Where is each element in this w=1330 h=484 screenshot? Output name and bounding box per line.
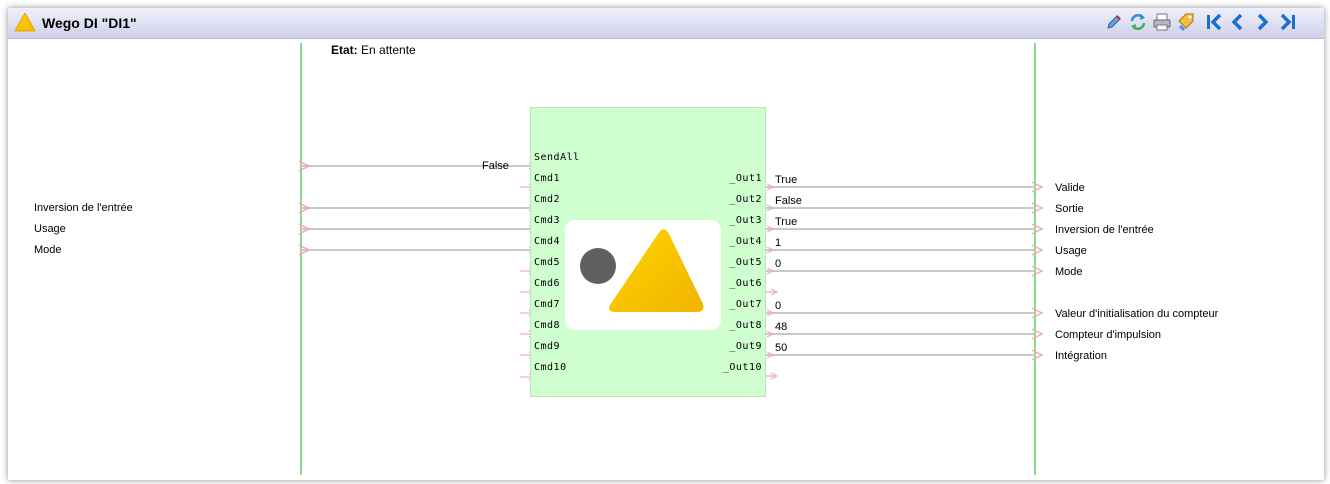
output-value-8: 48 (775, 321, 788, 333)
input-label-cmd2: Inversion de l'entrée (34, 202, 133, 214)
status-text: Etat: En attente (331, 43, 416, 57)
port-in-cmd10[interactable]: Cmd10 (534, 362, 567, 373)
output-label-7: Valeur d'initialisation du compteur (1055, 308, 1219, 320)
output-stub (765, 372, 779, 380)
state-indicator-icon (580, 229, 704, 312)
edit-icon[interactable] (1104, 12, 1124, 32)
port-out-9[interactable]: _Out9 (729, 341, 762, 352)
output-label-1: Valide (1055, 182, 1085, 194)
output-stub (765, 288, 779, 296)
output-wires (765, 181, 1044, 380)
port-in-cmd3[interactable]: Cmd3 (534, 215, 560, 226)
output-value-5: 0 (775, 258, 782, 270)
port-in-cmd1[interactable]: Cmd1 (534, 173, 560, 184)
port-in-cmd2[interactable]: Cmd2 (534, 194, 560, 205)
output-value-3: True (775, 216, 798, 228)
output-label-5: Mode (1055, 266, 1083, 278)
port-out-5[interactable]: _Out5 (729, 257, 762, 268)
port-in-sendall[interactable]: SendAll (534, 152, 580, 163)
last-page-icon[interactable] (1278, 12, 1298, 32)
sendall-input-value: False (482, 160, 509, 172)
port-in-cmd7[interactable]: Cmd7 (534, 299, 560, 310)
port-out-6[interactable]: _Out6 (729, 278, 762, 289)
port-out-7[interactable]: _Out7 (729, 299, 762, 310)
output-value-9: 50 (775, 342, 788, 354)
output-value-4: 1 (775, 237, 782, 249)
window-title: Wego DI "DI1" (42, 15, 137, 31)
port-out-10[interactable]: _Out10 (723, 362, 762, 373)
wego-di-window: Wego DI "DI1" Etat: En attente False Inv… (8, 8, 1324, 480)
port-in-cmd9[interactable]: Cmd9 (534, 341, 560, 352)
first-page-icon[interactable] (1204, 12, 1224, 32)
output-label-2: Sortie (1055, 203, 1084, 215)
warning-triangle-icon (14, 12, 36, 32)
status-dot-icon (580, 248, 616, 284)
print-icon[interactable] (1152, 12, 1172, 32)
port-in-cmd6[interactable]: Cmd6 (534, 278, 560, 289)
port-in-cmd5[interactable]: Cmd5 (534, 257, 560, 268)
block-logo-card (565, 220, 721, 330)
input-wire-cmd4 (298, 244, 537, 256)
input-wire-cmd2 (298, 202, 537, 214)
warning-triangle-logo-icon (609, 229, 704, 312)
input-label-cmd4: Mode (34, 244, 62, 256)
refresh-icon[interactable] (1128, 12, 1148, 32)
port-out-8[interactable]: _Out8 (729, 320, 762, 331)
output-value-2: False (775, 195, 802, 207)
port-in-cmd8[interactable]: Cmd8 (534, 320, 560, 331)
title-bar: Wego DI "DI1" (8, 8, 1324, 39)
output-value-7: 0 (775, 300, 782, 312)
next-icon[interactable] (1252, 12, 1272, 32)
port-in-cmd4[interactable]: Cmd4 (534, 236, 560, 247)
input-wire-cmd3 (298, 223, 537, 235)
diagram-canvas: Etat: En attente False Inversion de l'en… (8, 39, 1324, 480)
output-label-3: Inversion de l'entrée (1055, 224, 1154, 236)
output-label-9: Intégration (1055, 350, 1107, 362)
output-label-4: Usage (1055, 245, 1087, 257)
port-out-4[interactable]: _Out4 (729, 236, 762, 247)
output-label-8: Compteur d'impulsion (1055, 329, 1162, 341)
tag-icon[interactable] (1176, 12, 1196, 32)
port-out-2[interactable]: _Out2 (729, 194, 762, 205)
port-out-3[interactable]: _Out3 (729, 215, 762, 226)
output-value-1: True (775, 174, 798, 186)
status-value: En attente (361, 43, 416, 57)
previous-icon[interactable] (1228, 12, 1248, 32)
port-out-1[interactable]: _Out1 (729, 173, 762, 184)
input-label-cmd3: Usage (34, 223, 66, 235)
status-label: Etat: (331, 43, 358, 57)
